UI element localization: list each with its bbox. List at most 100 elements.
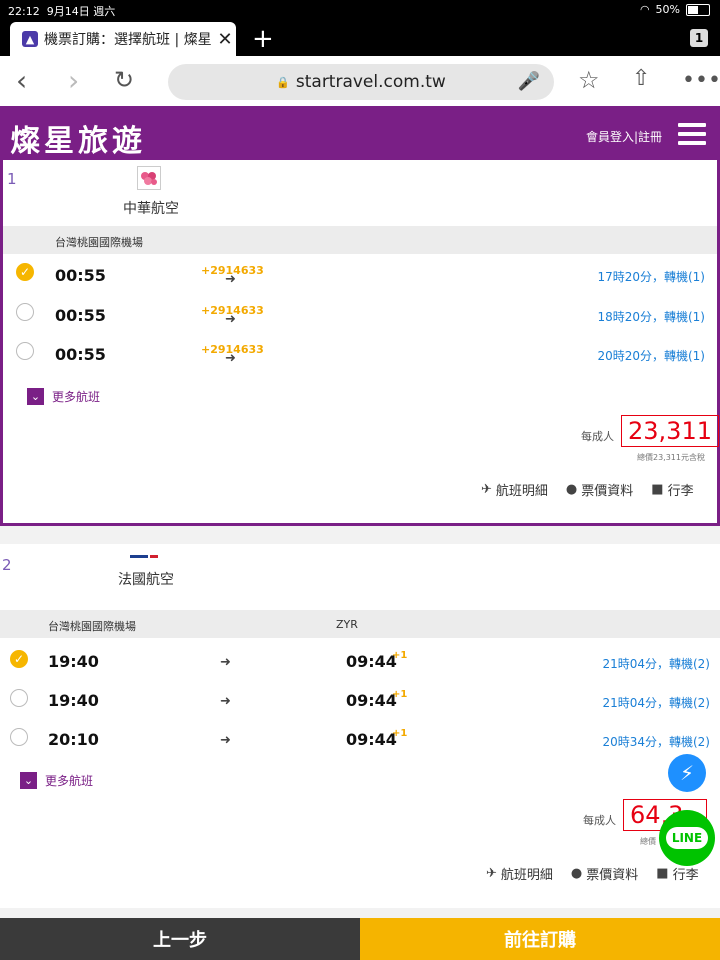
duration-text: 20時34分，轉機(2)	[602, 735, 710, 749]
more-flights-label: 更多航班	[52, 390, 101, 404]
depart-time: 00:55	[55, 266, 106, 285]
arrow-right-icon: ➜	[225, 351, 236, 366]
close-tab-icon[interactable]: ✕	[214, 29, 236, 50]
flight-result-card: 1 中華航空 台灣桃園國際機場 ✓ 00:55 +2914633 ➜ 17時20…	[0, 160, 720, 526]
arrive-time: 09:44	[346, 730, 397, 749]
hamburger-menu-icon[interactable]	[678, 123, 706, 150]
plane-icon: ✈	[486, 866, 497, 881]
back-icon[interactable]: ‹	[16, 64, 27, 97]
airline-name: 法國航空	[118, 572, 174, 588]
microphone-icon[interactable]: 🎤	[518, 71, 540, 92]
flight-result-card: 2 法國航空 台灣桃園國際機場 ZYR ✓ 19:40 ➜ 09:44 +1 2…	[0, 544, 720, 908]
total-price-note: 總價23,311元含稅	[637, 453, 705, 462]
piggy-bank-icon: ●	[570, 866, 583, 881]
destination-airport: ZYR	[336, 618, 358, 631]
detail-links: ✈ 航班明細 ● 票價資料 ■ 行李	[486, 864, 699, 883]
flight-option-row[interactable]: 00:55 +2914633 ➜ 20時20分，轉機(1)	[3, 336, 717, 372]
next-day-marker: +1	[392, 728, 408, 739]
arrow-right-icon: ➜	[225, 272, 236, 287]
proceed-to-booking-button[interactable]: 前往訂購	[360, 918, 720, 960]
china-airlines-logo-icon	[137, 166, 161, 190]
depart-time: 19:40	[48, 691, 99, 710]
more-flights-toggle[interactable]: ⌄ 更多航班	[27, 388, 100, 405]
origin-airport: 台灣桃園國際機場	[48, 620, 136, 633]
bookmark-star-icon[interactable]: ☆	[578, 66, 600, 94]
status-bar: 22:12 9月14日 週六 ◠ 50%	[0, 0, 720, 20]
previous-step-button[interactable]: 上一步	[0, 918, 360, 960]
per-adult-label: 每成人	[583, 814, 616, 827]
site-favicon-icon: ▲	[22, 31, 38, 47]
flight-option-row[interactable]: 19:40 ➜ 09:44 +1 21時04分，轉機(2)	[0, 680, 720, 716]
depart-time: 19:40	[48, 652, 99, 671]
airline-name: 中華航空	[123, 201, 179, 217]
unselected-radio-icon[interactable]	[10, 728, 28, 746]
piggy-bank-icon: ●	[565, 482, 578, 497]
duration-text: 18時20分，轉機(1)	[597, 310, 705, 324]
battery-icon	[686, 3, 710, 16]
more-flights-toggle[interactable]: ⌄ 更多航班	[20, 772, 93, 789]
chevron-down-icon: ⌄	[20, 772, 37, 789]
login-register-link[interactable]: 會員登入|註冊	[586, 128, 662, 145]
depart-time: 00:55	[55, 345, 106, 364]
browser-tab[interactable]: ▲ 機票訂購：選擇航班 | 燦星 ✕	[10, 22, 236, 56]
arrow-right-icon: ➜	[220, 694, 231, 709]
arrow-right-icon: ➜	[225, 312, 236, 327]
flight-detail-link[interactable]: ✈ 航班明細	[486, 864, 553, 883]
tab-title: 機票訂購：選擇航班 | 燦星	[44, 32, 212, 48]
unselected-radio-icon[interactable]	[10, 689, 28, 707]
flight-option-row[interactable]: 00:55 +2914633 ➜ 18時20分，轉機(1)	[3, 296, 717, 332]
flight-option-row[interactable]: ✓ 19:40 ➜ 09:44 +1 21時04分，轉機(2)	[0, 640, 720, 676]
per-adult-label: 每成人	[581, 430, 614, 443]
chevron-down-icon: ⌄	[27, 388, 44, 405]
fare-info-link[interactable]: ● 票價資料	[571, 864, 638, 883]
unselected-radio-icon[interactable]	[16, 342, 34, 360]
site-logo[interactable]: 燦星旅遊	[10, 116, 146, 160]
more-options-icon[interactable]: •••	[682, 68, 720, 93]
fare-info-link[interactable]: ● 票價資料	[566, 480, 633, 499]
duration-text: 20時20分，轉機(1)	[597, 349, 705, 363]
arrow-right-icon: ➜	[220, 733, 231, 748]
selected-radio-icon[interactable]: ✓	[10, 650, 28, 668]
forward-icon[interactable]: ›	[68, 64, 79, 97]
airport-bar: 台灣桃園國際機場 ZYR	[0, 610, 720, 638]
duration-text: 17時20分，轉機(1)	[597, 270, 705, 284]
depart-time: 20:10	[48, 730, 99, 749]
selected-radio-icon[interactable]: ✓	[16, 263, 34, 281]
url-text: startravel.com.tw	[295, 72, 446, 92]
duration-text: 21時04分，轉機(2)	[602, 696, 710, 710]
arrive-time: 09:44	[346, 691, 397, 710]
origin-airport: 台灣桃園國際機場	[55, 236, 143, 249]
total-price-note: 總價	[640, 837, 656, 846]
wifi-icon: ◠	[639, 3, 650, 16]
status-time: 22:12	[8, 5, 40, 18]
status-date: 9月14日 週六	[46, 5, 116, 18]
tab-count[interactable]: 1	[690, 29, 708, 47]
share-icon[interactable]: ⇧	[632, 66, 650, 91]
price: 23,311	[621, 415, 719, 447]
reload-icon[interactable]: ↻	[114, 66, 134, 94]
detail-links: ✈ 航班明細 ● 票價資料 ■ 行李	[481, 480, 694, 499]
result-index: 2	[2, 556, 12, 574]
tab-bar: ▲ 機票訂購：選擇航班 | 燦星 ✕	[0, 20, 720, 56]
baggage-link[interactable]: ■ 行李	[656, 864, 698, 883]
baggage-link[interactable]: ■ 行李	[651, 480, 693, 499]
next-day-marker: +1	[392, 650, 408, 661]
arrow-right-icon: ➜	[220, 655, 231, 670]
line-chat-icon[interactable]: LINE	[659, 810, 715, 866]
depart-time: 00:55	[55, 306, 106, 325]
duration-text: 21時04分，轉機(2)	[602, 657, 710, 671]
arrive-time: 09:44	[346, 652, 397, 671]
unselected-radio-icon[interactable]	[16, 303, 34, 321]
flight-option-row[interactable]: 20:10 ➜ 09:44 +1 20時34分，轉機(2)	[0, 720, 720, 756]
address-bar-row: ‹ › ↻ 🔒 startravel.com.tw 🎤 ☆ ⇧ •••	[0, 56, 720, 107]
next-day-marker: +1	[392, 689, 408, 700]
new-tab-icon[interactable]: +	[252, 24, 274, 54]
more-flights-label: 更多航班	[45, 774, 94, 788]
flight-detail-link[interactable]: ✈ 航班明細	[481, 480, 548, 499]
site-header: 燦星旅遊 會員登入|註冊	[0, 106, 720, 163]
briefcase-icon: ■	[651, 482, 664, 497]
plane-icon: ✈	[481, 482, 492, 497]
flight-option-row[interactable]: ✓ 00:55 +2914633 ➜ 17時20分，轉機(1)	[3, 256, 717, 292]
messenger-icon[interactable]: ⚡	[668, 754, 706, 792]
url-field[interactable]: 🔒 startravel.com.tw	[168, 64, 554, 100]
